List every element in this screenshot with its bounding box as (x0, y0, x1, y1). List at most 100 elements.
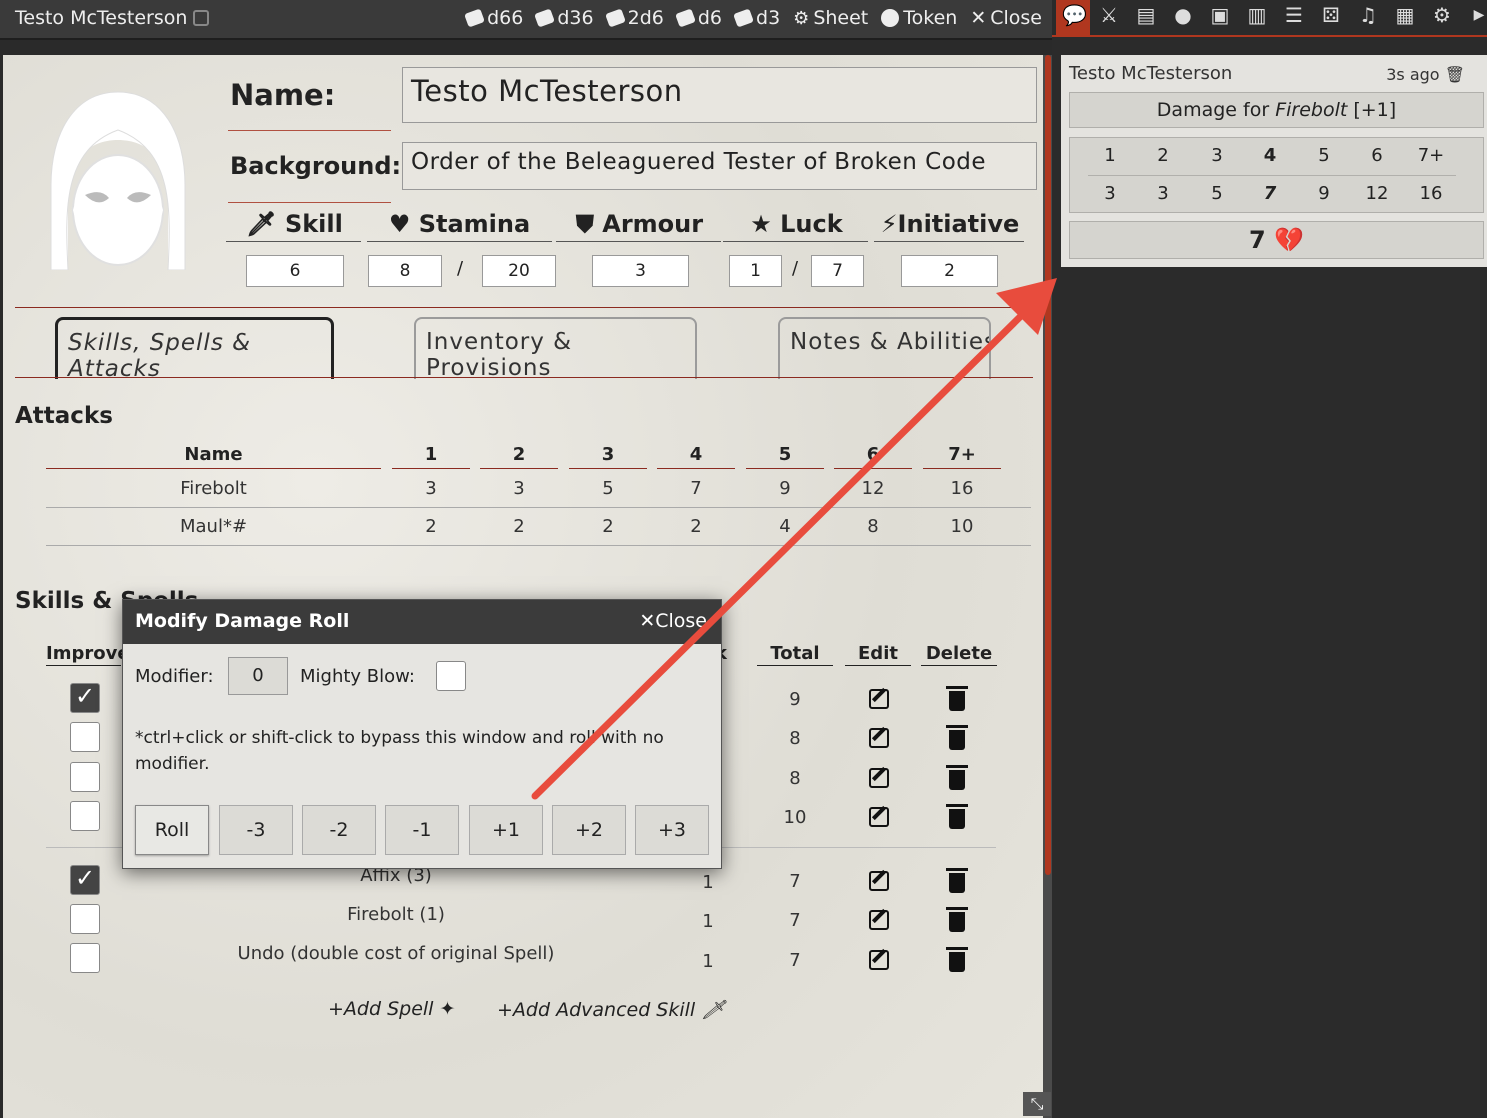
background-label: Background: (230, 152, 402, 180)
improve-checkbox[interactable] (70, 943, 100, 973)
improve-checkbox[interactable] (70, 762, 100, 792)
luck-input[interactable]: 1 (729, 255, 782, 287)
tab-notes-abilities[interactable]: Notes & Abilities (778, 317, 991, 379)
edit-icon[interactable] (869, 728, 889, 748)
settings-icon[interactable]: ⚙ (1431, 4, 1453, 26)
chat-icon[interactable]: 💬 (1062, 4, 1087, 26)
armour-input[interactable]: 3 (592, 255, 689, 287)
chat-message: Testo McTesterson 3s ago 🗑 Damage for Fi… (1061, 55, 1487, 267)
bypass-hint: *ctrl+click or shift-click to bypass thi… (135, 728, 664, 774)
add-advanced-skill-button[interactable]: +Add Advanced Skill 🗡 (497, 998, 725, 1021)
spell-rank: 1 (702, 951, 714, 972)
dialog-close-button[interactable]: ✕Close (639, 610, 707, 632)
suitcase-icon[interactable]: ▣ (1209, 4, 1231, 26)
map-icon[interactable]: ▤ (1135, 4, 1157, 26)
modifier-plus-1-button[interactable]: +1 (469, 805, 543, 855)
attack-value: 4 (779, 516, 791, 537)
divider (226, 241, 361, 242)
trash-icon[interactable] (946, 868, 968, 893)
close-button[interactable]: ✕ Close (970, 7, 1042, 29)
character-sheet: Name: Testo McTesterson Background: Orde… (3, 55, 1043, 1118)
compendium-icon[interactable]: ▦ (1394, 4, 1416, 26)
tab-skills-spells-attacks[interactable]: Skills, Spells & Attacks (55, 317, 334, 382)
name-field[interactable]: Testo McTesterson (402, 67, 1037, 123)
add-spell-button[interactable]: +Add Spell ✦ (328, 998, 455, 1020)
improve-checkbox[interactable] (70, 904, 100, 934)
stamina-max-input[interactable]: 20 (482, 255, 556, 287)
attack-name[interactable]: Maul*# (46, 516, 381, 537)
list-icon[interactable]: ☰ (1283, 4, 1305, 26)
damage-value: 5 (1211, 183, 1223, 204)
stamina-input[interactable]: 8 (368, 255, 442, 287)
divider (480, 468, 558, 469)
roll-d66-button[interactable]: d66 (464, 7, 523, 29)
improve-checkbox[interactable] (70, 801, 100, 831)
trash-icon[interactable] (946, 947, 968, 972)
modifier-plus-3-button[interactable]: +3 (635, 805, 709, 855)
modifier-minus-2-button[interactable]: -2 (302, 805, 376, 855)
attack-name[interactable]: Firebolt (46, 478, 381, 499)
roll-d3-button[interactable]: d3 (733, 7, 780, 29)
user-icon[interactable]: ● (1172, 4, 1194, 26)
mighty-blow-checkbox[interactable] (436, 661, 466, 691)
attack-value: 3 (425, 478, 437, 499)
luck-max-input[interactable]: 7 (811, 255, 864, 287)
dice-icon (733, 8, 754, 28)
improve-checkbox[interactable] (70, 682, 100, 713)
improve-checkbox[interactable] (70, 864, 100, 895)
trash-icon[interactable] (946, 765, 968, 790)
resize-handle-icon[interactable]: ⤡ (1023, 1092, 1051, 1116)
modifier-input[interactable]: 0 (228, 657, 288, 695)
attacks-heading: Attacks (15, 403, 113, 429)
edit-icon[interactable] (869, 689, 889, 709)
trash-icon[interactable] (946, 804, 968, 829)
modifier-plus-2-button[interactable]: +2 (552, 805, 626, 855)
trash-icon[interactable] (946, 686, 968, 711)
gear-icon: ⚙ (793, 7, 810, 29)
modifier-minus-3-button[interactable]: -3 (219, 805, 293, 855)
trash-icon[interactable]: 🗑 (1445, 65, 1465, 84)
scrollbar[interactable] (1045, 55, 1051, 875)
trash-icon[interactable] (946, 725, 968, 750)
divider (46, 507, 1031, 508)
edit-icon[interactable] (869, 807, 889, 827)
music-icon[interactable]: ♫ (1357, 4, 1379, 26)
skill-total: 9 (789, 689, 801, 710)
edit-icon[interactable] (869, 910, 889, 930)
roll-header: 1 (1104, 145, 1116, 166)
skill-total: 8 (789, 768, 801, 789)
broken-heart-icon: 💔 (1274, 226, 1304, 254)
modifier-minus-1-button[interactable]: -1 (385, 805, 459, 855)
skill-input[interactable]: 6 (246, 255, 344, 287)
collapse-arrow-icon[interactable]: ▶ (1468, 4, 1487, 26)
token-button[interactable]: Token (881, 7, 957, 29)
roll-2d6-button[interactable]: 2d6 (604, 7, 664, 29)
spell-name[interactable]: Undo (double cost of original Spell) (196, 943, 596, 964)
sheet-button[interactable]: ⚙ Sheet (793, 7, 868, 29)
roll-d36-button[interactable]: d36 (534, 7, 594, 29)
book-icon[interactable]: ▥ (1246, 4, 1268, 26)
roll-d6-button[interactable]: d6 (674, 7, 722, 29)
roll-button[interactable]: Roll (135, 805, 209, 855)
background-field[interactable]: Order of the Beleaguered Tester of Broke… (402, 142, 1037, 190)
trash-icon[interactable] (946, 907, 968, 932)
spell-total: 7 (789, 871, 801, 892)
delete-col: Delete (925, 643, 993, 664)
luck-label: ★ Luck (750, 210, 843, 238)
attack-value: 2 (602, 516, 614, 537)
roll-header: 2 (1157, 145, 1169, 166)
edit-icon[interactable] (869, 950, 889, 970)
modifier-label: Modifier: (135, 666, 214, 687)
armour-label: ⛊ Armour (575, 210, 704, 238)
edit-icon[interactable] (869, 871, 889, 891)
crossed-swords-icon[interactable]: ⚔ (1098, 4, 1120, 26)
improve-checkbox[interactable] (70, 722, 100, 752)
attacks-col: 1 (424, 444, 438, 465)
tab-inventory-provisions[interactable]: Inventory & Provisions (414, 317, 697, 381)
attack-value: 12 (861, 478, 885, 499)
dialog-header: Modify Damage Roll ✕Close (123, 600, 721, 644)
initiative-input[interactable]: 2 (901, 255, 998, 287)
edit-icon[interactable] (869, 768, 889, 788)
spell-name[interactable]: Firebolt (1) (246, 904, 546, 925)
dice-icon[interactable]: ⚄ (1320, 4, 1342, 26)
